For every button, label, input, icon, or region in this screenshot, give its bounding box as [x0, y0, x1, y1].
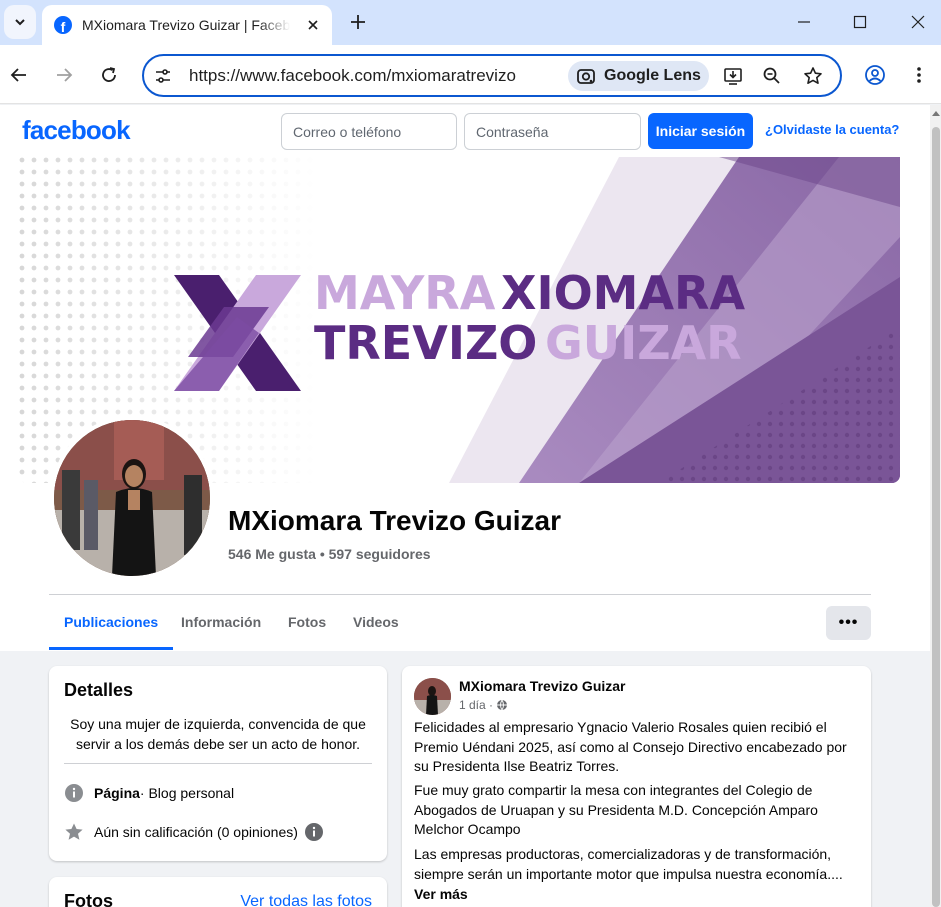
reload-icon	[102, 67, 116, 82]
details-card: Detalles Soy una mujer de izquierda, con…	[49, 666, 387, 861]
photos-title: Fotos	[64, 891, 113, 907]
browser-tab[interactable]: f MXiomara Trevizo Guizar | Facebook	[42, 5, 332, 45]
star-icon	[804, 67, 822, 84]
tune-icon	[156, 69, 170, 83]
page-stats[interactable]: 546 Me gusta • 597 seguidores	[228, 546, 431, 562]
details-divider	[64, 763, 372, 764]
rating-row: Aún sin calificación (0 opiniones)	[64, 822, 324, 842]
cover-text-mayra: MAYRA	[314, 266, 496, 320]
profile-button[interactable]	[859, 59, 891, 91]
chevron-down-icon	[15, 19, 25, 26]
bio-text: Soy una mujer de izquierda, convencida d…	[70, 716, 366, 752]
page-title: MXiomara Trevizo Guizar	[228, 505, 561, 536]
rating-info-icon[interactable]	[304, 822, 324, 842]
close-icon	[308, 20, 318, 30]
post-paragraph-3: Las empresas productoras, comercializado…	[414, 846, 843, 882]
post-paragraph-1: Felicidades al empresario Ygnacio Valeri…	[414, 719, 847, 774]
bookmark-button[interactable]	[799, 62, 827, 90]
minimize-icon	[798, 21, 810, 23]
password-field[interactable]	[464, 113, 641, 150]
tab-close-button[interactable]	[304, 16, 322, 34]
arrow-left-icon	[10, 68, 26, 82]
page-category-row: Página · Blog personal	[64, 783, 234, 803]
cover-text-xiomara: XIOMARA	[501, 266, 745, 320]
post-paragraph-2: Fue muy grato compartir la mesa con inte…	[414, 782, 818, 837]
info-icon	[64, 783, 84, 803]
scroll-up-arrow-icon[interactable]	[932, 111, 940, 116]
forward-button[interactable]	[48, 59, 80, 91]
see-all-photos-link[interactable]: Ver todas las fotos	[240, 893, 372, 907]
post-author-avatar[interactable]	[414, 678, 451, 715]
close-icon	[911, 15, 925, 29]
login-button[interactable]: Iniciar sesión	[648, 113, 753, 149]
forgot-account-link[interactable]: ¿Olvidaste la cuenta?	[765, 122, 899, 137]
google-lens-label: Google Lens	[604, 67, 701, 84]
globe-icon	[497, 699, 508, 711]
profile-avatar[interactable]	[50, 416, 214, 580]
photos-card: Fotos Ver todas las fotos	[49, 877, 387, 907]
install-icon	[724, 68, 742, 85]
email-field[interactable]	[281, 113, 457, 150]
page-scrollbar[interactable]	[930, 105, 941, 907]
details-title: Detalles	[64, 680, 134, 700]
new-tab-button[interactable]	[343, 8, 373, 36]
see-more-link[interactable]: Ver más	[414, 886, 468, 902]
post-card: MXiomara Trevizo Guizar 1 día · Felicida…	[402, 666, 871, 907]
zoom-icon	[763, 67, 780, 84]
tab-title: MXiomara Trevizo Guizar | Facebook	[82, 17, 290, 33]
profile-photo	[54, 420, 210, 576]
tab-fotos[interactable]: Fotos	[273, 606, 341, 650]
facebook-logo[interactable]: facebook	[22, 115, 131, 146]
tab-videos[interactable]: Videos	[338, 606, 414, 650]
star-icon	[64, 822, 84, 842]
scrollbar-thumb[interactable]	[932, 127, 940, 907]
post-timestamp[interactable]: 1 día ·	[459, 698, 508, 712]
browser-tabstrip: f MXiomara Trevizo Guizar | Facebook	[0, 0, 941, 45]
reload-button[interactable]	[93, 59, 125, 91]
close-window-button[interactable]	[898, 7, 938, 37]
more-vertical-icon	[917, 67, 921, 83]
cover-text-guizar: GUIZAR	[545, 316, 742, 370]
zoom-button[interactable]	[758, 62, 786, 90]
maximize-icon	[853, 15, 867, 29]
minimize-button[interactable]	[784, 7, 824, 37]
address-bar[interactable]: https://www.facebook.com/mxiomaratrevizo…	[142, 54, 842, 97]
back-button[interactable]	[3, 59, 35, 91]
page-category: · Blog personal	[139, 785, 235, 801]
arrow-right-icon	[57, 68, 73, 82]
install-app-button[interactable]	[719, 62, 747, 90]
post-avatar-photo	[414, 678, 451, 715]
tab-publicaciones[interactable]: Publicaciones	[49, 606, 174, 650]
site-info-button[interactable]	[152, 65, 174, 87]
more-options-button[interactable]: •••	[826, 606, 871, 640]
browser-toolbar: https://www.facebook.com/mxiomaratrevizo…	[0, 45, 941, 104]
lens-camera-icon	[577, 69, 595, 84]
post-author-name[interactable]: MXiomara Trevizo Guizar	[459, 678, 626, 694]
url-text[interactable]: https://www.facebook.com/mxiomaratrevizo	[189, 66, 516, 86]
tab-informacion[interactable]: Información	[166, 606, 276, 650]
tab-search-button[interactable]	[4, 5, 36, 39]
facebook-favicon-icon: f	[54, 16, 72, 34]
plus-icon	[351, 15, 365, 29]
header-divider	[49, 594, 871, 595]
facebook-header: facebook Iniciar sesión ¿Olvidaste la cu…	[0, 105, 930, 157]
post-time-text: 1 día ·	[459, 698, 494, 712]
page-label: Página	[94, 785, 140, 801]
rating-text: Aún sin calificación (0 opiniones)	[94, 824, 298, 840]
browser-menu-button[interactable]	[903, 59, 935, 91]
maximize-button[interactable]	[840, 7, 880, 37]
google-lens-button[interactable]: Google Lens	[568, 61, 709, 91]
account-circle-icon	[865, 65, 885, 85]
cover-text-trevizo: TREVIZO	[314, 316, 537, 370]
